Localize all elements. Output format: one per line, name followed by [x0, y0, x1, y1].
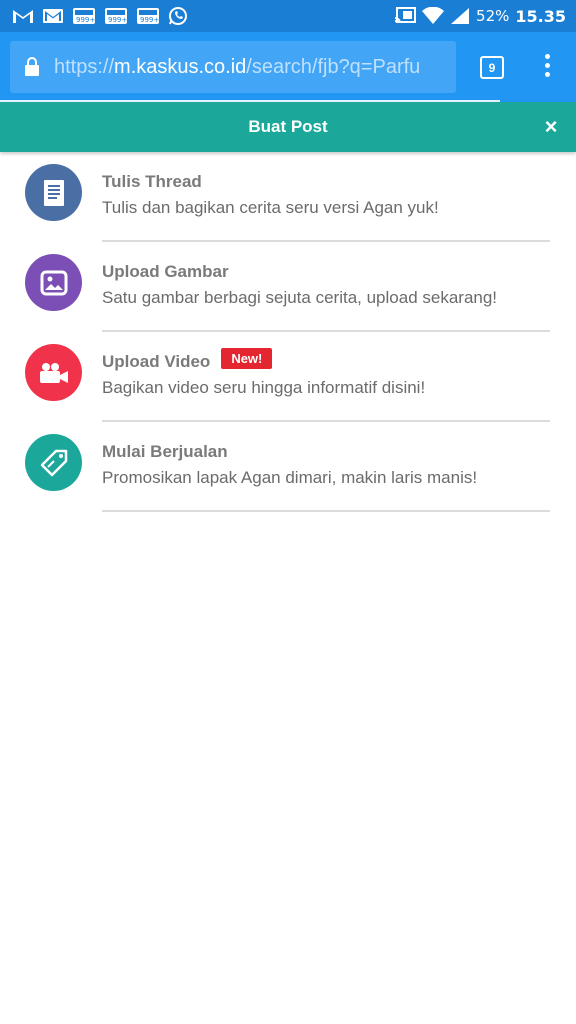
- option-upload-gambar[interactable]: Upload Gambar Satu gambar berbagi sejuta…: [0, 242, 576, 332]
- option-mulai-berjualan[interactable]: Mulai Berjualan Promosikan lapak Agan di…: [0, 422, 576, 512]
- option-title: Mulai Berjualan: [102, 442, 228, 461]
- svg-text:999+: 999+: [140, 16, 159, 24]
- url-text: https://m.kaskus.co.id/search/fjb?q=Parf…: [54, 56, 420, 79]
- option-title: Tulis Thread: [102, 172, 202, 191]
- news-999-icon: 999+: [136, 7, 160, 25]
- option-description: Promosikan lapak Agan dimari, makin lari…: [102, 468, 478, 487]
- option-description: Bagikan video seru hingga informatif dis…: [102, 378, 426, 397]
- option-upload-video[interactable]: Upload Video New! Bagikan video seru hin…: [0, 332, 576, 422]
- option-title: Upload Video: [102, 352, 211, 371]
- notification-icons: 999+ 999+ 999+: [12, 6, 188, 26]
- battery-percent: 52%: [476, 7, 510, 25]
- clock: 15.35: [515, 6, 566, 26]
- browser-toolbar: https://m.kaskus.co.id/search/fjb?q=Parf…: [0, 32, 576, 102]
- gmail-icon: [42, 8, 64, 24]
- divider: [102, 510, 550, 512]
- close-button[interactable]: ×: [540, 116, 562, 138]
- signal-icon: [450, 7, 470, 25]
- news-999-icon: 999+: [104, 7, 128, 25]
- tab-switcher-button[interactable]: 9: [480, 56, 504, 79]
- image-icon: [25, 254, 82, 311]
- cast-icon: [394, 7, 417, 25]
- url-host: m.kaskus.co.id: [114, 55, 247, 78]
- modal-header: Buat Post ×: [0, 102, 576, 152]
- lock-icon: [25, 57, 39, 76]
- url-path: /search/fjb?q=Parfu: [246, 55, 421, 78]
- url-bar[interactable]: https://m.kaskus.co.id/search/fjb?q=Parf…: [10, 41, 456, 93]
- option-tulis-thread[interactable]: Tulis Thread Tulis dan bagikan cerita se…: [0, 152, 576, 242]
- wifi-icon: [422, 7, 445, 25]
- gmail-icon: [12, 8, 34, 24]
- option-description: Satu gambar berbagi sejuta cerita, uploa…: [102, 288, 498, 307]
- video-camera-icon: [25, 344, 82, 401]
- svg-text:999+: 999+: [108, 16, 127, 24]
- document-icon: [25, 164, 82, 221]
- option-title-row: Upload Video New!: [102, 347, 273, 372]
- whatsapp-icon: [168, 6, 188, 26]
- new-badge: New!: [221, 347, 273, 369]
- overflow-menu-button[interactable]: [538, 54, 556, 80]
- modal-title: Buat Post: [248, 117, 328, 136]
- svg-text:999+: 999+: [76, 16, 95, 24]
- status-bar: 999+ 999+ 999+ 52% 15.35: [0, 0, 576, 32]
- post-options-list: Tulis Thread Tulis dan bagikan cerita se…: [0, 152, 576, 512]
- url-scheme: https://: [54, 55, 115, 78]
- option-title: Upload Gambar: [102, 262, 229, 281]
- news-999-icon: 999+: [72, 7, 96, 25]
- system-status: 52% 15.35: [394, 7, 566, 26]
- option-description: Tulis dan bagikan cerita seru versi Agan…: [102, 198, 439, 217]
- tag-icon: [25, 434, 82, 491]
